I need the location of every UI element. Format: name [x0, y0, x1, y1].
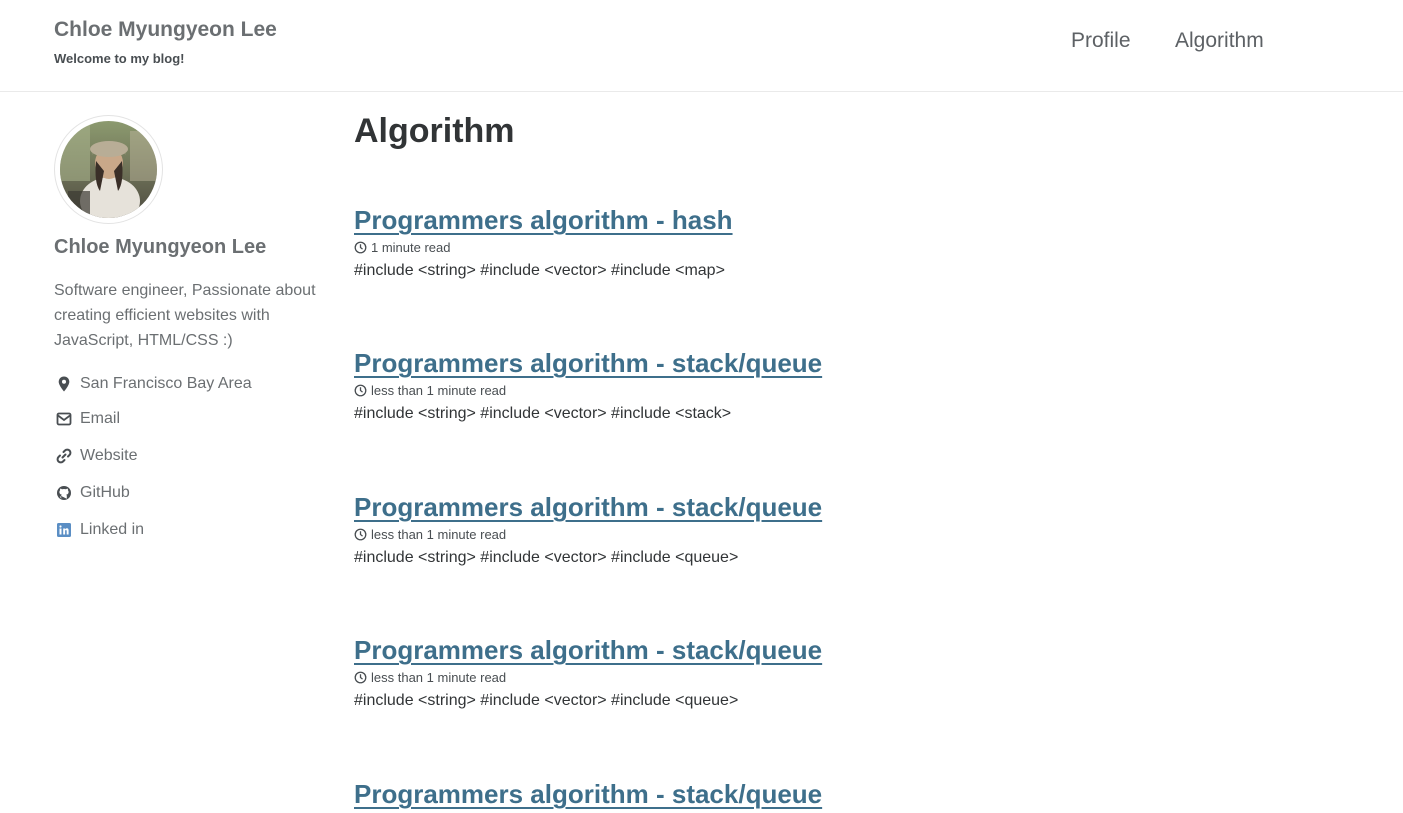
email-link[interactable]: Email [54, 408, 120, 430]
post-item: Programmers algorithm - stack/queue less… [354, 634, 1054, 710]
post-item: Programmers algorithm - stack/queue less… [354, 347, 1054, 423]
post-meta: 1 minute read [354, 240, 1054, 255]
linkedin-icon [54, 520, 74, 540]
map-marker-icon [54, 374, 74, 394]
github-label: GitHub [80, 484, 130, 501]
clock-icon [354, 671, 367, 684]
email-label: Email [80, 410, 121, 427]
envelope-icon [54, 409, 74, 429]
post-excerpt: #include <string> #include <vector> #inc… [354, 405, 732, 422]
linkedin-link[interactable]: Linked in [54, 519, 144, 541]
post-excerpt: #include <string> #include <vector> #inc… [354, 549, 739, 566]
post-title-link[interactable]: Programmers algorithm - stack/queue [354, 634, 1054, 666]
author-bio: Software engineer, Passionate about crea… [54, 282, 316, 349]
website-label: Website [80, 447, 138, 464]
post-item: Programmers algorithm - stack/queue [354, 778, 1054, 810]
masthead: Chloe Myungyeon Lee Welcome to my blog! … [0, 0, 1403, 92]
read-time: less than 1 minute read [371, 383, 507, 398]
post-meta: less than 1 minute read [354, 383, 1054, 398]
nav-link-algorithm[interactable]: Algorithm [1175, 29, 1264, 53]
post-title-link[interactable]: Programmers algorithm - stack/queue [354, 347, 1054, 379]
nav-link-profile[interactable]: Profile [1071, 29, 1131, 53]
avatar [54, 115, 163, 224]
github-icon [54, 483, 74, 503]
read-time: less than 1 minute read [371, 527, 507, 542]
page-title: Algorithm [354, 112, 515, 150]
post-item: Programmers algorithm - stack/queue less… [354, 491, 1054, 567]
post-item: Programmers algorithm - hash 1 minute re… [354, 204, 1054, 280]
link-icon [54, 446, 74, 466]
site-title[interactable]: Chloe Myungyeon Lee [54, 18, 277, 42]
post-excerpt: #include <string> #include <vector> #inc… [354, 262, 725, 279]
post-excerpt: #include <string> #include <vector> #inc… [354, 692, 739, 709]
location-item: San Francisco Bay Area [54, 373, 252, 395]
post-title-link[interactable]: Programmers algorithm - stack/queue [354, 491, 1054, 523]
clock-icon [354, 528, 367, 541]
location-label: San Francisco Bay Area [80, 375, 252, 392]
github-link[interactable]: GitHub [54, 482, 130, 504]
post-title-link[interactable]: Programmers algorithm - hash [354, 204, 1054, 236]
clock-icon [354, 241, 367, 254]
read-time: less than 1 minute read [371, 670, 507, 685]
read-time: 1 minute read [371, 240, 451, 255]
avatar-photo [60, 121, 157, 218]
clock-icon [354, 384, 367, 397]
post-meta: less than 1 minute read [354, 527, 1054, 542]
post-meta: less than 1 minute read [354, 670, 1054, 685]
website-link[interactable]: Website [54, 445, 138, 467]
site-subtitle: Welcome to my blog! [54, 51, 185, 66]
author-name: Chloe Myungyeon Lee [54, 236, 267, 258]
linkedin-label: Linked in [80, 521, 145, 538]
post-title-link[interactable]: Programmers algorithm - stack/queue [354, 778, 1054, 810]
